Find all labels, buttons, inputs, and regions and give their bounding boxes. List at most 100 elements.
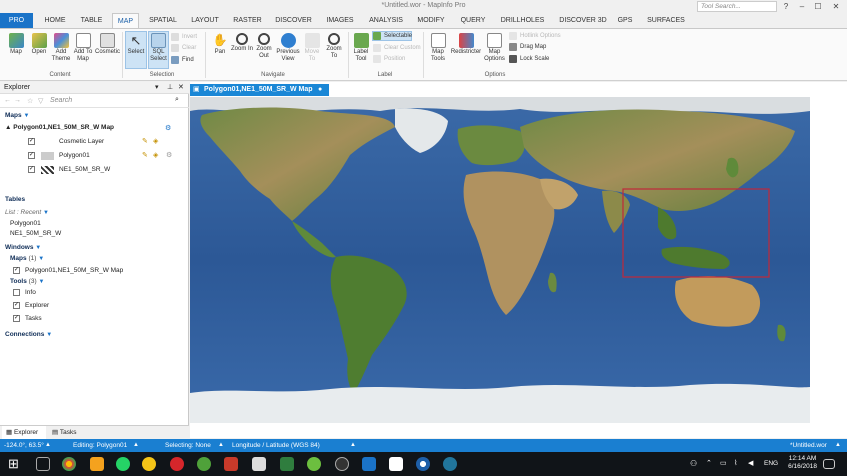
wordpress-icon[interactable] — [443, 457, 457, 471]
table-item[interactable]: NE1_50M_SR_W — [10, 230, 61, 237]
drag-map-toggle[interactable]: Drag Map — [509, 42, 546, 52]
folder-icon[interactable] — [90, 457, 104, 471]
tool-checkbox[interactable] — [13, 289, 20, 296]
map-window-tab[interactable]: ▣ Polygon01,NE1_50M_SR_W Map ● — [190, 84, 329, 96]
select-button[interactable]: ↖ Select — [125, 33, 147, 56]
tab-gps[interactable]: GPS — [615, 13, 635, 28]
network-icon[interactable]: ⌇ — [734, 459, 737, 467]
windows-section-header[interactable]: Windows ▼ — [5, 244, 41, 251]
add-theme-button[interactable]: Add Theme — [50, 33, 72, 63]
redistricter-button[interactable]: Redistricter — [450, 33, 482, 56]
tab-surfaces[interactable]: SURFACES — [644, 13, 688, 28]
tab-raster[interactable]: RASTER — [229, 13, 266, 28]
volume-icon[interactable]: ◀ — [748, 459, 753, 467]
back-icon[interactable]: ← — [4, 97, 11, 104]
tab-discover-3d[interactable]: DISCOVER 3D — [554, 13, 612, 28]
invert-button[interactable]: Invert — [171, 32, 197, 42]
tab-pro[interactable]: PRO — [0, 13, 33, 28]
tab-layout[interactable]: LAYOUT — [186, 13, 224, 28]
editing-menu-icon[interactable]: ▲ — [133, 439, 139, 452]
cosmetic-button[interactable]: Cosmetic — [94, 33, 121, 56]
move-to-button[interactable]: Move To — [302, 33, 322, 63]
hotlink-options-button[interactable]: Hotlink Options — [509, 31, 561, 41]
zoom-out-button[interactable]: Zoom Out — [253, 33, 275, 60]
workspace-menu-icon[interactable]: ▲ — [835, 439, 841, 452]
tables-section-header[interactable]: Tables — [5, 196, 25, 203]
add-to-map-button[interactable]: Add To Map — [72, 33, 94, 63]
find-button[interactable]: Find — [171, 55, 194, 65]
battery-icon[interactable]: ▭ — [720, 459, 727, 467]
edit-icon[interactable]: ✎ — [142, 137, 148, 145]
projection-menu-icon[interactable]: ▲ — [350, 439, 356, 452]
status-projection[interactable]: Longitude / Latitude (WGS 84) — [232, 439, 320, 452]
tab-modify[interactable]: MODIFY — [412, 13, 450, 28]
zoom-in-button[interactable]: Zoom In — [231, 33, 253, 53]
map-tree-item[interactable]: ▲ Polygon01,NE1_50M_SR_W Map — [5, 124, 114, 131]
chrome-icon[interactable] — [62, 457, 76, 471]
notifications-icon[interactable] — [823, 459, 835, 469]
edit-icon[interactable]: ✎ — [142, 151, 148, 159]
minimize-button[interactable]: – — [794, 1, 810, 12]
maps-section-header[interactable]: Maps ▼ — [5, 112, 29, 119]
window-checkbox[interactable]: ✓ — [13, 267, 20, 274]
clear-button[interactable]: Clear — [171, 43, 196, 53]
forward-icon[interactable]: → — [14, 97, 21, 104]
filter-icon[interactable]: ▽ — [38, 97, 43, 105]
lock-scale-toggle[interactable]: Lock Scale — [509, 54, 549, 64]
map-canvas[interactable] — [190, 97, 810, 423]
tab-images[interactable]: IMAGES — [320, 13, 360, 28]
layer-item[interactable]: Cosmetic Layer — [59, 138, 104, 145]
world-map[interactable] — [190, 97, 810, 423]
close-icon[interactable]: ● — [318, 84, 322, 96]
selectable-icon[interactable]: ◈ — [153, 137, 158, 145]
layer-visibility-checkbox[interactable]: ✓ — [28, 152, 35, 159]
excel-icon[interactable] — [280, 457, 294, 471]
tools-window-group[interactable]: Tools (3) ▼ — [10, 278, 44, 285]
list-recent-dropdown[interactable]: List : Recent ▼ — [5, 209, 49, 216]
layer-style-icon[interactable]: ⚙ — [166, 151, 172, 159]
window-item[interactable]: Polygon01,NE1_50M_SR_W Map — [25, 267, 123, 274]
tab-drillholes[interactable]: DRILLHOLES — [495, 13, 550, 28]
chevron-down-icon[interactable]: ▾ — [155, 82, 159, 94]
pan-button[interactable]: ✋ Pan — [209, 33, 231, 56]
previous-view-button[interactable]: Previous View — [275, 33, 301, 63]
clock[interactable]: 12:14 AM 6/16/2018 — [788, 455, 817, 471]
task-view-icon[interactable] — [36, 457, 50, 471]
open-button[interactable]: Open — [28, 33, 50, 56]
star-icon[interactable]: ☆ — [27, 97, 33, 105]
pin-icon[interactable]: ⊥ — [167, 82, 173, 94]
search-icon[interactable]: ⌕ — [175, 96, 179, 104]
zoom-to-button[interactable]: Zoom To — [323, 33, 345, 60]
opera-icon[interactable] — [170, 457, 184, 471]
sql-select-button[interactable]: SQL Select — [148, 33, 169, 63]
emoji-app-icon[interactable] — [142, 457, 156, 471]
close-button[interactable]: ✕ — [828, 1, 844, 12]
media-icon[interactable] — [335, 457, 349, 471]
language-indicator[interactable]: ENG — [764, 460, 778, 467]
coords-menu-icon[interactable]: ▲ — [45, 439, 51, 452]
tool-search-input[interactable]: Tool Search... — [697, 1, 777, 12]
tray-chevron-icon[interactable]: ⌃ — [706, 459, 712, 467]
selecting-menu-icon[interactable]: ▲ — [218, 439, 224, 452]
mail-icon[interactable] — [252, 457, 266, 471]
status-selecting[interactable]: Selecting: None — [165, 439, 211, 452]
help-icon[interactable]: ? — [778, 1, 794, 12]
tab-spatial[interactable]: SPATIAL — [144, 13, 182, 28]
layer-item[interactable]: NE1_50M_SR_W — [59, 166, 110, 173]
selectable-icon[interactable]: ◈ — [153, 151, 158, 159]
selectable-toggle[interactable]: Selectable — [373, 31, 412, 41]
layer-visibility-checkbox[interactable]: ✓ — [28, 138, 35, 145]
label-tool-button[interactable]: Label Tool — [350, 33, 372, 63]
close-icon[interactable]: ✕ — [178, 82, 184, 94]
explorer-search-input[interactable]: Search — [50, 97, 72, 104]
people-icon[interactable]: ⚇ — [690, 459, 697, 468]
table-item[interactable]: Polygon01 — [10, 220, 41, 227]
maximize-button[interactable]: ☐ — [810, 1, 826, 12]
tool-checkbox[interactable]: ✓ — [13, 302, 20, 309]
whatsapp-icon[interactable] — [116, 457, 130, 471]
powerpoint-icon[interactable] — [224, 457, 238, 471]
map-settings-icon[interactable]: ⚙ — [165, 124, 171, 132]
tab-explorer[interactable]: ▦ Explorer — [2, 426, 46, 439]
map-options-button[interactable]: Map Options — [482, 33, 507, 63]
status-editing[interactable]: Editing: Polygon01 — [73, 439, 127, 452]
